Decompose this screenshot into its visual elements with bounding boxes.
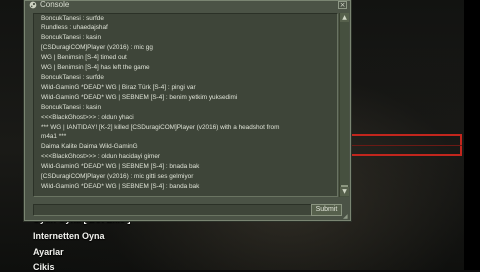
menu-item-settings[interactable]: Ayarlar: [33, 247, 64, 257]
console-input[interactable]: [33, 204, 331, 216]
log-line: Wild-GaminG *DEAD* WG | SEBNEM [S-4] : b…: [41, 163, 200, 170]
log-line: BoncukTanesi : surfde: [41, 15, 104, 22]
log-line: BoncukTanesi : surfde: [41, 74, 104, 81]
log-line: Wild-GaminG *DEAD* WG | Biraz Türk [S-4]…: [41, 84, 196, 91]
console-window: Console × BoncukTanesi : surfde Rundless…: [24, 0, 351, 221]
log-line: WG | Benimsin [S-4] timed out: [41, 54, 127, 61]
console-log[interactable]: BoncukTanesi : surfde Rundless : uhaedaj…: [33, 13, 338, 197]
scroll-down-icon[interactable]: ▼: [340, 187, 349, 196]
log-line: Wild-GaminG *DEAD* WG | SEBNEM [S-4] : b…: [41, 183, 200, 190]
steam-icon: [29, 1, 37, 9]
menu-item-exit[interactable]: Cikis: [33, 262, 55, 272]
scroll-up-icon[interactable]: ▲: [340, 13, 349, 22]
log-line: <<<BlackGhost>>> : oldun hacidayi gimer: [41, 153, 161, 160]
log-line: Daima Kalite Daima Wild-GaminG: [41, 143, 138, 150]
log-line: Wild-GaminG *DEAD* WG | SEBNEM [S-4] : b…: [41, 94, 238, 101]
log-line: [CSDuragiCOM]Player (v2016) : mic gg: [41, 44, 153, 51]
log-line: Rundless : uhaedajshaf: [41, 24, 108, 31]
resize-grip-icon[interactable]: ◢: [343, 214, 349, 220]
log-line: BoncukTanesi : kasin: [41, 34, 102, 41]
log-line: m4a1 ***: [41, 133, 67, 140]
submit-button[interactable]: Submit: [311, 204, 342, 216]
console-titlebar[interactable]: Console ×: [25, 0, 350, 11]
log-line: WG | Benimsin [S-4] has left the game: [41, 64, 150, 71]
log-line: <<<BlackGhost>>> : oldun yhaci: [41, 114, 134, 121]
console-title: Console: [40, 0, 70, 9]
screen-edge: [464, 0, 480, 270]
menu-item-online[interactable]: Internetten Oyna: [33, 231, 105, 241]
close-button[interactable]: ×: [338, 1, 347, 9]
log-line: BoncukTanesi : kasin: [41, 104, 102, 111]
log-line: *** WG | IANTIDAY! [K-2] killed [CSDurag…: [41, 124, 280, 131]
highlight-frame-divider: [350, 145, 462, 146]
console-scrollbar[interactable]: ▲ ▼: [339, 13, 349, 197]
log-line: [CSDuragiCOM]Player (v2016) : mic gitti …: [41, 173, 194, 180]
